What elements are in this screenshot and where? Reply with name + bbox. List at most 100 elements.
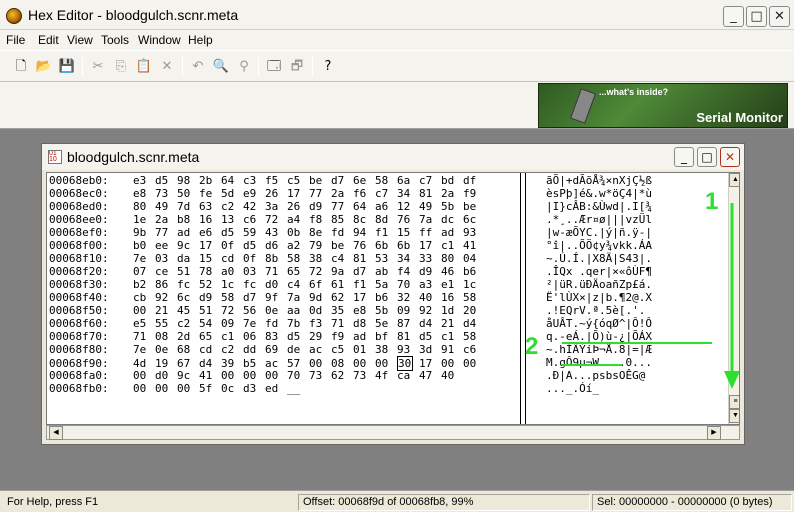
undo-icon[interactable]: ↶: [189, 58, 207, 76]
hex-byte[interactable]: d8: [353, 317, 375, 330]
hex-byte[interactable]: fd: [265, 317, 287, 330]
hex-byte[interactable]: 61: [331, 278, 353, 291]
hex-byte[interactable]: 3d: [419, 343, 441, 356]
hex-byte[interactable]: 26: [287, 200, 309, 213]
hex-byte[interactable]: 2a: [331, 187, 353, 200]
hex-byte[interactable]: 17: [353, 291, 375, 304]
hex-byte[interactable]: ce: [155, 265, 177, 278]
hex-byte[interactable]: 92: [419, 304, 441, 317]
hex-byte[interactable]: 45: [177, 304, 199, 317]
hex-byte[interactable]: 69: [265, 343, 287, 356]
hex-byte[interactable]: 58: [463, 291, 485, 304]
close-button[interactable]: ✕: [769, 6, 790, 27]
hex-row[interactable]: 00068f20: 07 ce 51 78 a0 03 71 65 72 9a d7 ab f4 d9 46 b…: [49, 265, 520, 278]
hex-byte[interactable]: f6: [353, 187, 375, 200]
hex-byte[interactable]: 0e: [265, 304, 287, 317]
hex-byte[interactable]: d4: [419, 317, 441, 330]
hex-byte[interactable]: 17: [287, 187, 309, 200]
hex-byte[interactable]: 58: [221, 291, 243, 304]
hex-byte[interactable]: 52: [199, 278, 221, 291]
hex-byte[interactable]: 00: [265, 369, 287, 382]
hex-byte[interactable]: d7: [331, 174, 353, 187]
hex-row[interactable]: 00068f50: 00 21 45 51 72 56 0e aa 0d 35 e8 5b 09 92 1d 2…: [49, 304, 520, 317]
hex-byte[interactable]: 2a: [155, 213, 177, 226]
hex-byte[interactable]: 34: [397, 187, 419, 200]
hex-row[interactable]: 00068f30: b2 86 fc 52 1c fc d0 c4 6f 61 f1 5a 70 a3 e1 1…: [49, 278, 520, 291]
scroll-up-icon[interactable]: ▲: [729, 173, 739, 187]
hex-byte[interactable]: be: [331, 239, 353, 252]
hex-byte[interactable]: 0c: [221, 382, 243, 395]
hex-byte[interactable]: 42: [243, 200, 265, 213]
doc-close-button[interactable]: ✕: [720, 147, 740, 167]
hex-byte[interactable]: 83: [265, 330, 287, 343]
hex-byte[interactable]: b6: [463, 265, 485, 278]
hex-byte[interactable]: 6b: [375, 239, 397, 252]
hex-byte[interactable]: 46: [441, 265, 463, 278]
hex-byte[interactable]: 6b: [397, 239, 419, 252]
hex-byte[interactable]: da: [177, 252, 199, 265]
save-icon[interactable]: 💾: [58, 58, 76, 76]
hex-byte[interactable]: 6a: [397, 174, 419, 187]
hex-byte[interactable]: f8: [309, 213, 331, 226]
hex-byte[interactable]: c1: [441, 330, 463, 343]
hex-byte[interactable]: 6c: [177, 291, 199, 304]
hex-byte[interactable]: 03: [155, 252, 177, 265]
hex-byte[interactable]: __: [287, 382, 309, 395]
hex-byte[interactable]: 3a: [265, 200, 287, 213]
hex-byte[interactable]: 76: [353, 239, 375, 252]
hex-byte[interactable]: f3: [309, 317, 331, 330]
menu-file[interactable]: File: [6, 33, 25, 47]
hex-byte[interactable]: 0d: [309, 304, 331, 317]
hex-byte[interactable]: 07: [133, 265, 155, 278]
hex-byte[interactable]: 32: [397, 291, 419, 304]
hex-byte[interactable]: f4: [397, 265, 419, 278]
hex-byte[interactable]: 8e: [309, 226, 331, 239]
hex-byte[interactable]: f5: [265, 174, 287, 187]
hex-byte[interactable]: 16: [441, 291, 463, 304]
hex-byte[interactable]: a6: [375, 200, 397, 213]
hex-byte[interactable]: 70: [287, 369, 309, 382]
hex-byte[interactable]: 91: [441, 343, 463, 356]
hex-byte[interactable]: ed: [265, 382, 287, 395]
hex-byte[interactable]: d5: [287, 330, 309, 343]
hex-byte[interactable]: 81: [397, 330, 419, 343]
hex-byte[interactable]: 8d: [375, 213, 397, 226]
hex-byte[interactable]: 85: [331, 213, 353, 226]
hex-byte[interactable]: 5a: [375, 278, 397, 291]
hex-byte[interactable]: fc: [177, 278, 199, 291]
hex-byte[interactable]: 0f: [243, 252, 265, 265]
hex-row[interactable]: 00068eb0: e3 d5 98 2b 64 c3 f5 c5 be d7 6e 58 6a c7 bd d…: [49, 174, 520, 187]
hex-byte[interactable]: 92: [155, 291, 177, 304]
hex-byte[interactable]: 38: [375, 343, 397, 356]
cut-icon[interactable]: ✂: [89, 58, 107, 76]
hex-byte[interactable]: d5: [155, 174, 177, 187]
hex-byte[interactable]: 50: [177, 187, 199, 200]
menu-tools[interactable]: Tools: [101, 33, 129, 47]
hex-byte[interactable]: c2: [221, 343, 243, 356]
hex-byte[interactable]: 59: [243, 226, 265, 239]
hex-byte[interactable]: 41: [199, 369, 221, 382]
hex-byte[interactable]: ad: [353, 330, 375, 343]
find-icon[interactable]: 🔍: [212, 58, 230, 76]
hex-byte[interactable]: 64: [221, 174, 243, 187]
hex-byte[interactable]: f1: [375, 226, 397, 239]
hex-byte[interactable]: 7e: [243, 317, 265, 330]
hex-byte[interactable]: 77: [309, 187, 331, 200]
hex-byte[interactable]: 1c: [221, 278, 243, 291]
hex-byte[interactable]: 81: [353, 252, 375, 265]
hex-byte[interactable]: ad: [177, 226, 199, 239]
hex-byte[interactable]: 54: [199, 317, 221, 330]
hex-byte[interactable]: 20: [463, 304, 485, 317]
hex-byte[interactable]: 9d: [309, 291, 331, 304]
hex-byte[interactable]: 2d: [177, 330, 199, 343]
hex-byte[interactable]: e9: [243, 187, 265, 200]
hex-byte[interactable]: 65: [287, 265, 309, 278]
hex-row[interactable]: 00068fa0: 00 d0 9c 41 00 00 00 70 73 62 73 4f ca 47 40: [49, 369, 520, 382]
hex-byte[interactable]: 55: [155, 317, 177, 330]
hex-byte[interactable]: c3: [243, 174, 265, 187]
hex-row[interactable]: 00068f60: e5 55 c2 54 09 7e fd 7b f3 71 d8 5e 87 d4 21 d…: [49, 317, 520, 330]
hex-byte[interactable]: d5: [243, 239, 265, 252]
hex-byte[interactable]: d3: [243, 382, 265, 395]
hex-byte[interactable]: 29: [309, 330, 331, 343]
hex-byte[interactable]: e5: [133, 317, 155, 330]
